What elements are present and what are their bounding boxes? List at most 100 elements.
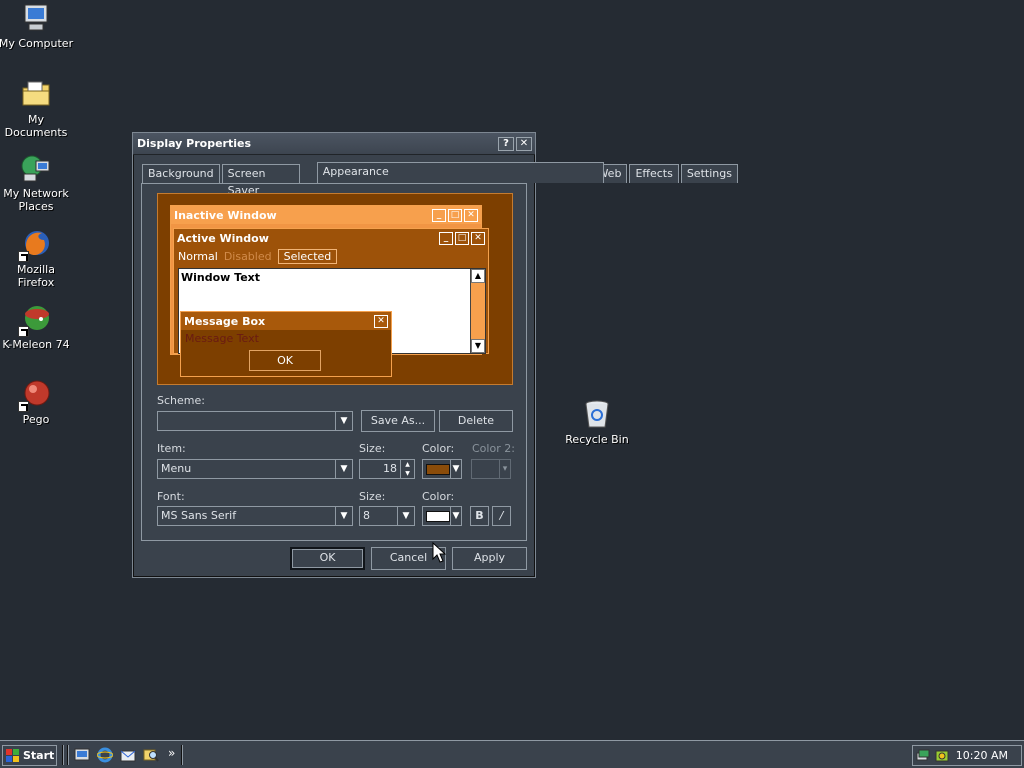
tab-screen-saver[interactable]: Screen Saver — [221, 164, 300, 197]
pego-icon — [18, 378, 52, 412]
system-tray: 10:20 AM — [912, 745, 1022, 766]
desktop-icon-my-network-places[interactable]: My Network Places — [0, 152, 74, 213]
tab-appearance[interactable]: Appearance — [316, 162, 605, 183]
search-icon[interactable] — [143, 747, 159, 763]
apply-button[interactable]: Apply — [452, 547, 527, 570]
font-color-picker[interactable]: ▼ — [422, 506, 462, 526]
desktop-icon-recycle-bin[interactable]: Recycle Bin — [559, 398, 635, 446]
item-value: Menu — [161, 462, 192, 475]
desktop-icon-label: My Computer — [0, 37, 74, 50]
desktop-icon-label: Pego — [22, 413, 50, 426]
tab-background[interactable]: Background — [142, 164, 220, 183]
appearance-panel: Inactive Window _ □ ✕ Active Window _ □ … — [141, 183, 527, 541]
desktop-icon-my-computer[interactable]: My Computer — [0, 2, 74, 50]
font-size-select[interactable]: 8 ▼ — [359, 506, 415, 526]
internet-explorer-icon[interactable] — [97, 747, 113, 763]
preview-scrollbar: ▲ ▼ — [470, 269, 485, 353]
chevron-down-icon: ▼ — [397, 507, 414, 525]
maximize-icon: □ — [448, 208, 462, 222]
minimize-icon: _ — [432, 208, 446, 222]
font-color-label: Color: — [422, 490, 455, 503]
preview-active-title: Active Window — [177, 231, 269, 245]
windows-logo-icon — [6, 749, 19, 762]
desktop-icon-label: Mozilla Firefox — [17, 263, 55, 289]
appearance-preview[interactable]: Inactive Window _ □ ✕ Active Window _ □ … — [157, 193, 513, 385]
bold-button[interactable]: B — [470, 506, 489, 526]
preview-message-box: Message Box ✕ Message Text OK — [180, 311, 392, 377]
ok-button[interactable]: OK — [290, 547, 365, 570]
font-select[interactable]: MS Sans Serif ▼ — [157, 506, 353, 526]
taskbar-separator — [67, 745, 69, 765]
outlook-express-icon[interactable] — [120, 747, 136, 763]
preview-msgbox-title: Message Box — [184, 314, 266, 328]
item-color-label: Color: — [422, 442, 455, 455]
tab-strip: Background Screen Saver Appearance Web E… — [142, 162, 740, 197]
scroll-up-icon: ▲ — [471, 269, 485, 283]
item-size-value: 18 — [383, 462, 397, 475]
chevron-down-icon: ▼ — [335, 412, 352, 430]
window-titlebar[interactable]: Display Properties ? ✕ — [133, 133, 535, 155]
item-color-swatch — [426, 464, 450, 475]
desktop-icon-label: Recycle Bin — [565, 433, 629, 446]
desktop-icon-k-meleon[interactable]: K-Meleon 74 — [0, 303, 74, 351]
scheme-label: Scheme: — [157, 394, 205, 407]
delete-button[interactable]: Delete — [439, 410, 513, 432]
help-button[interactable]: ? — [498, 136, 514, 151]
shortcut-arrow-icon — [18, 401, 29, 412]
scheme-select[interactable]: ▼ — [157, 411, 353, 431]
preview-menu-disabled: Disabled — [223, 249, 272, 263]
quick-launch-chevron[interactable]: » — [168, 746, 175, 760]
close-icon: ✕ — [471, 231, 485, 245]
preview-msgbox-titlebar: Message Box ✕ — [181, 312, 391, 330]
close-button[interactable]: ✕ — [516, 136, 532, 151]
item-select[interactable]: Menu ▼ — [157, 459, 353, 479]
preview-inactive-title: Inactive Window — [174, 208, 277, 222]
safely-remove-hardware-icon[interactable] — [934, 748, 950, 764]
show-desktop-icon[interactable] — [74, 747, 90, 763]
font-value: MS Sans Serif — [161, 509, 237, 522]
mouse-cursor-icon — [432, 541, 447, 567]
desktop-icon-my-documents[interactable]: My Documents — [0, 78, 74, 139]
item-color2-picker[interactable]: ▾ — [471, 459, 511, 479]
chevron-down-icon: ▾ — [499, 460, 510, 478]
documents-folder-icon — [20, 78, 52, 110]
window-title: Display Properties — [137, 137, 252, 150]
k-meleon-icon — [18, 303, 52, 337]
tab-settings[interactable]: Settings — [680, 164, 738, 183]
minimize-icon: _ — [439, 231, 453, 245]
desktop-icon-label: My Network Places — [3, 187, 69, 213]
chevron-down-icon: ▼ — [335, 460, 352, 478]
preview-msgbox-ok-button: OK — [249, 350, 321, 371]
chevron-down-icon: ▼ — [450, 460, 461, 478]
maximize-icon: □ — [455, 231, 469, 245]
network-icon — [20, 152, 52, 184]
start-label: Start — [23, 749, 55, 762]
network-tray-icon[interactable] — [916, 748, 932, 764]
font-label: Font: — [157, 490, 185, 503]
spin-arrows-icon[interactable]: ▲ ▼ — [400, 460, 414, 478]
tab-effects[interactable]: Effects — [629, 164, 679, 183]
item-size-stepper[interactable]: 18 ▲ ▼ — [359, 459, 415, 479]
item-color-picker[interactable]: ▼ — [422, 459, 462, 479]
desktop-icon-label: K-Meleon 74 — [2, 338, 70, 351]
shortcut-arrow-icon — [18, 326, 29, 337]
start-button[interactable]: Start — [2, 745, 57, 766]
desktop-icon-mozilla-firefox[interactable]: Mozilla Firefox — [0, 228, 74, 289]
computer-icon — [20, 2, 52, 34]
desktop-icon-label: My Documents — [4, 113, 68, 139]
close-icon: ✕ — [464, 208, 478, 222]
scroll-down-icon: ▼ — [471, 339, 485, 353]
display-properties-window: Display Properties ? ✕ Background Screen… — [132, 132, 738, 578]
clock[interactable]: 10:20 AM — [956, 749, 1008, 762]
item-color2-label: Color 2: — [472, 442, 515, 455]
desktop-icon-pego[interactable]: Pego — [0, 378, 74, 426]
italic-button[interactable]: / — [492, 506, 511, 526]
save-as-button[interactable]: Save As... — [361, 410, 435, 432]
taskbar: Start » 10:20 AM — [0, 740, 1024, 768]
preview-msgbox-text: Message Text — [185, 332, 259, 345]
firefox-icon — [18, 228, 52, 262]
preview-menubar: Normal Disabled Selected — [174, 247, 488, 265]
shortcut-arrow-icon — [18, 251, 29, 262]
font-color-swatch — [426, 511, 450, 522]
font-size-label: Size: — [359, 490, 386, 503]
